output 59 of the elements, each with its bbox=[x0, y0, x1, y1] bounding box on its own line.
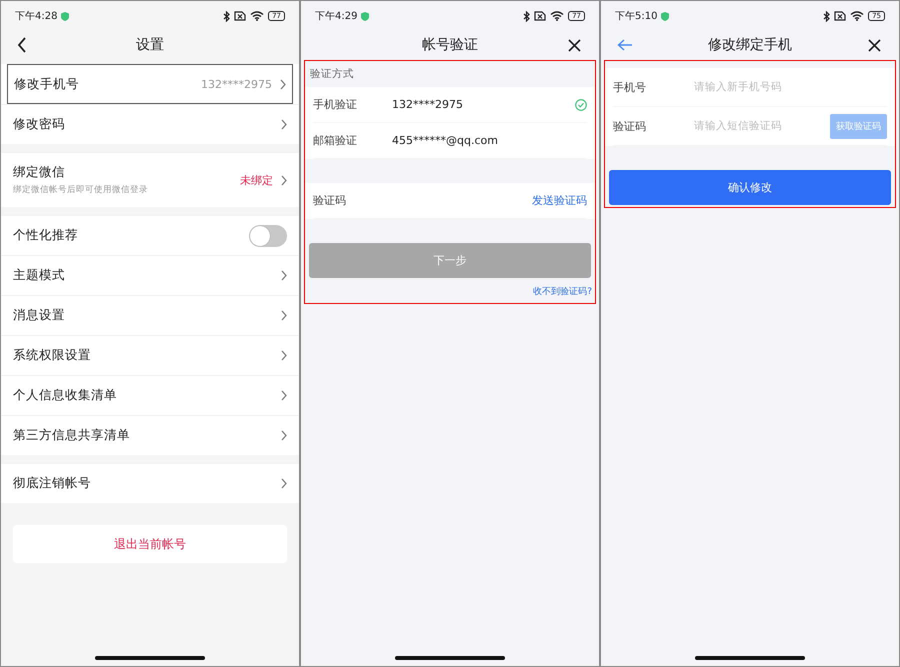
no-sim-icon bbox=[234, 11, 246, 21]
shield-icon bbox=[661, 12, 670, 20]
bluetooth-icon bbox=[223, 10, 230, 22]
field-label: 手机号 bbox=[613, 80, 647, 94]
settings-row[interactable]: 彻底注销帐号 bbox=[1, 463, 299, 503]
help-link[interactable]: 收不到验证码? bbox=[533, 285, 592, 298]
input-field[interactable]: 请输入短信验证码 bbox=[692, 119, 830, 133]
chevron-right-icon bbox=[281, 270, 287, 281]
field-label: 验证码 bbox=[313, 193, 347, 208]
settings-row[interactable]: 消息设置 bbox=[1, 295, 299, 335]
method-value: 132****2975 bbox=[392, 98, 464, 111]
row-value: 132****2975 bbox=[201, 78, 272, 90]
method-value: 455******@qq.com bbox=[392, 134, 499, 147]
chevron-right-icon bbox=[281, 174, 287, 186]
no-sim-icon bbox=[534, 11, 546, 21]
back-arrow-icon[interactable] bbox=[617, 39, 633, 51]
method-label: 邮箱验证 bbox=[313, 133, 358, 148]
section-label: 验证方式 bbox=[309, 67, 355, 82]
chevron-right-icon bbox=[280, 78, 286, 90]
bluetooth-icon bbox=[523, 10, 530, 22]
input-field[interactable]: 请输入新手机号码 bbox=[692, 80, 887, 94]
send-code-link[interactable]: 发送验证码 bbox=[532, 193, 587, 208]
wifi-icon bbox=[250, 11, 264, 21]
chevron-right-icon bbox=[281, 350, 287, 361]
settings-row[interactable]: 修改密码 bbox=[1, 104, 299, 144]
screen-title: 设置 bbox=[136, 36, 164, 54]
toggle-switch[interactable] bbox=[249, 224, 287, 246]
screen-title: 修改绑定手机 bbox=[708, 36, 792, 54]
wifi-icon bbox=[550, 11, 564, 21]
confirm-button[interactable]: 确认修改 bbox=[609, 170, 891, 205]
bluetooth-icon bbox=[823, 10, 830, 22]
toggle-row[interactable]: 个性化推荐 bbox=[1, 215, 299, 255]
check-circle-icon bbox=[575, 98, 587, 110]
shield-icon bbox=[361, 12, 370, 20]
screen-title: 帐号验证 bbox=[422, 36, 478, 54]
chevron-right-icon bbox=[281, 478, 287, 489]
chevron-right-icon bbox=[281, 119, 287, 130]
status-time: 下午5:10 bbox=[615, 10, 658, 23]
chevron-right-icon bbox=[281, 430, 287, 441]
wifi-icon bbox=[850, 11, 864, 21]
settings-row[interactable]: 绑定微信 绑定微信帐号后即可使用微信登录 未绑定 bbox=[1, 152, 299, 207]
settings-row[interactable]: 系统权限设置 bbox=[1, 335, 299, 375]
method-label: 手机验证 bbox=[313, 97, 358, 112]
close-icon[interactable] bbox=[868, 38, 881, 52]
row-value: 未绑定 bbox=[240, 172, 273, 188]
settings-row[interactable]: 主题模式 bbox=[1, 255, 299, 295]
no-sim-icon bbox=[834, 11, 846, 21]
settings-row[interactable]: 个人信息收集清单 bbox=[1, 375, 299, 415]
chevron-right-icon bbox=[281, 390, 287, 401]
chevron-right-icon bbox=[281, 310, 287, 321]
status-time: 下午4:28 bbox=[15, 10, 58, 23]
logout-button[interactable]: 退出当前帐号 bbox=[13, 525, 287, 563]
settings-row[interactable]: 修改手机号 132****2975 bbox=[7, 64, 293, 104]
status-time: 下午4:29 bbox=[315, 10, 358, 23]
field-label: 验证码 bbox=[613, 118, 647, 134]
settings-row[interactable]: 第三方信息共享清单 bbox=[1, 415, 299, 455]
close-icon[interactable] bbox=[568, 38, 581, 52]
shield-icon bbox=[61, 12, 70, 20]
back-icon[interactable] bbox=[17, 37, 27, 53]
